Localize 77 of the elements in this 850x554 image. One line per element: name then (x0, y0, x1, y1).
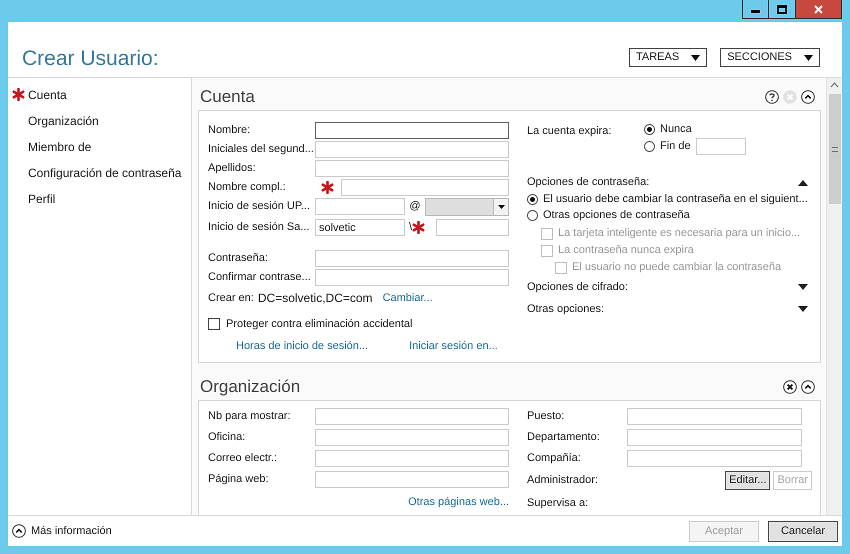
collapse-icon[interactable] (801, 90, 815, 104)
close-icon[interactable] (783, 380, 797, 394)
field-label: Opciones de cifrado: (527, 280, 628, 296)
field-label: Contraseña: (208, 251, 269, 266)
field-label: La contraseña nunca expira (558, 243, 694, 258)
help-icon[interactable] (765, 90, 779, 104)
text-field[interactable]: solvetic (315, 219, 405, 236)
sidebar-item[interactable]: Miembro de (28, 138, 92, 156)
field-label: Inicio de sesión Sa... (208, 220, 311, 236)
radio-button[interactable] (527, 210, 538, 220)
field-label: Nunca (660, 122, 692, 138)
domain-dropdown[interactable] (424, 198, 509, 216)
sidebar-item[interactable]: Perfil (28, 190, 56, 208)
field-label: Otras opciones de contraseña (543, 208, 690, 223)
field-label: Otras opciones: (527, 302, 604, 318)
required-icon (321, 181, 334, 194)
text-field[interactable] (315, 122, 509, 139)
dropdown-arrow-icon (498, 204, 504, 208)
checkbox[interactable] (208, 318, 220, 330)
field-label: Nombre: (208, 123, 252, 138)
field-label: Departamento: (527, 430, 601, 446)
field-label: Confirmar contrase... (208, 270, 312, 286)
required-icon (12, 88, 24, 101)
field-label: Nombre compl.: (208, 180, 287, 196)
radio-button[interactable] (644, 124, 655, 135)
field-label: Puesto: (527, 409, 566, 424)
field-label: Iniciales del segund... (208, 142, 315, 158)
field-label: Correo electr.: (208, 451, 278, 466)
dropdown-arrow-icon (691, 54, 700, 60)
container-path: DC=solvetic,DC=com (258, 290, 374, 307)
field-label: Inicio de sesión UP... (208, 199, 311, 214)
maximize-button[interactable] (769, 0, 796, 19)
collapse-icon[interactable] (801, 380, 815, 394)
field-label: Crear en: (208, 290, 254, 306)
required-icon (412, 221, 426, 234)
expand-icon[interactable] (12, 524, 26, 538)
link[interactable]: Otras páginas web... (408, 494, 509, 510)
menu-button[interactable]: SECCIONES (720, 48, 820, 67)
field-label: Supervisa a: (527, 496, 588, 511)
link[interactable]: Horas de inicio de sesión... (236, 338, 368, 354)
window-title: Crear Usuario: (22, 48, 159, 69)
sidebar-item[interactable]: Configuración de contraseña (28, 164, 182, 182)
section-title: Organización (200, 378, 300, 398)
field-label: La cuenta expira: (527, 124, 612, 139)
field-label: Apellidos: (208, 161, 257, 176)
close-button[interactable] (796, 0, 842, 19)
field-label: Página web: (208, 472, 270, 488)
section-title: Cuenta (200, 88, 255, 108)
minimize-button[interactable] (742, 0, 769, 19)
field-label: Proteger contra eliminación accidental (226, 316, 412, 332)
expand-arrow-icon[interactable] (798, 306, 808, 313)
field-label: Nb para mostrar: (208, 409, 292, 424)
field-label: Fin de (660, 139, 691, 154)
action-button[interactable]: Editar... (725, 471, 770, 490)
dialog-button[interactable]: Cancelar (768, 520, 838, 542)
link[interactable]: Iniciar sesión en... (409, 338, 498, 354)
sidebar-item[interactable]: Cuenta (28, 86, 67, 104)
field-label: Oficina: (208, 430, 246, 446)
dropdown-arrow-icon (804, 54, 813, 60)
field-label: Administrador: (527, 473, 599, 488)
link[interactable]: Cambiar... (382, 290, 433, 306)
field-label: El usuario no puede cambiar la contraseña (572, 260, 782, 276)
close-icon (814, 4, 823, 14)
at-sign: @ (408, 199, 422, 214)
menu-button[interactable]: TAREAS (629, 48, 708, 67)
more-info-link[interactable]: Más información (31, 522, 112, 540)
field-label: La tarjeta inteligente es necesaria para un inicio... (558, 226, 800, 242)
radio-button[interactable] (527, 194, 538, 204)
field-label: El usuario debe cambiar la contraseña en el siguient... (543, 192, 808, 207)
collapse-arrow-icon[interactable] (798, 178, 808, 186)
field-label: Compañía: (527, 451, 582, 466)
expand-arrow-icon[interactable] (798, 284, 808, 291)
backslash: \ (409, 220, 412, 236)
sidebar-item[interactable]: Organización (28, 112, 99, 130)
radio-button[interactable] (644, 141, 655, 152)
field-label: Opciones de contraseña: (527, 174, 650, 190)
scrollbar-thumb[interactable] (828, 94, 840, 204)
